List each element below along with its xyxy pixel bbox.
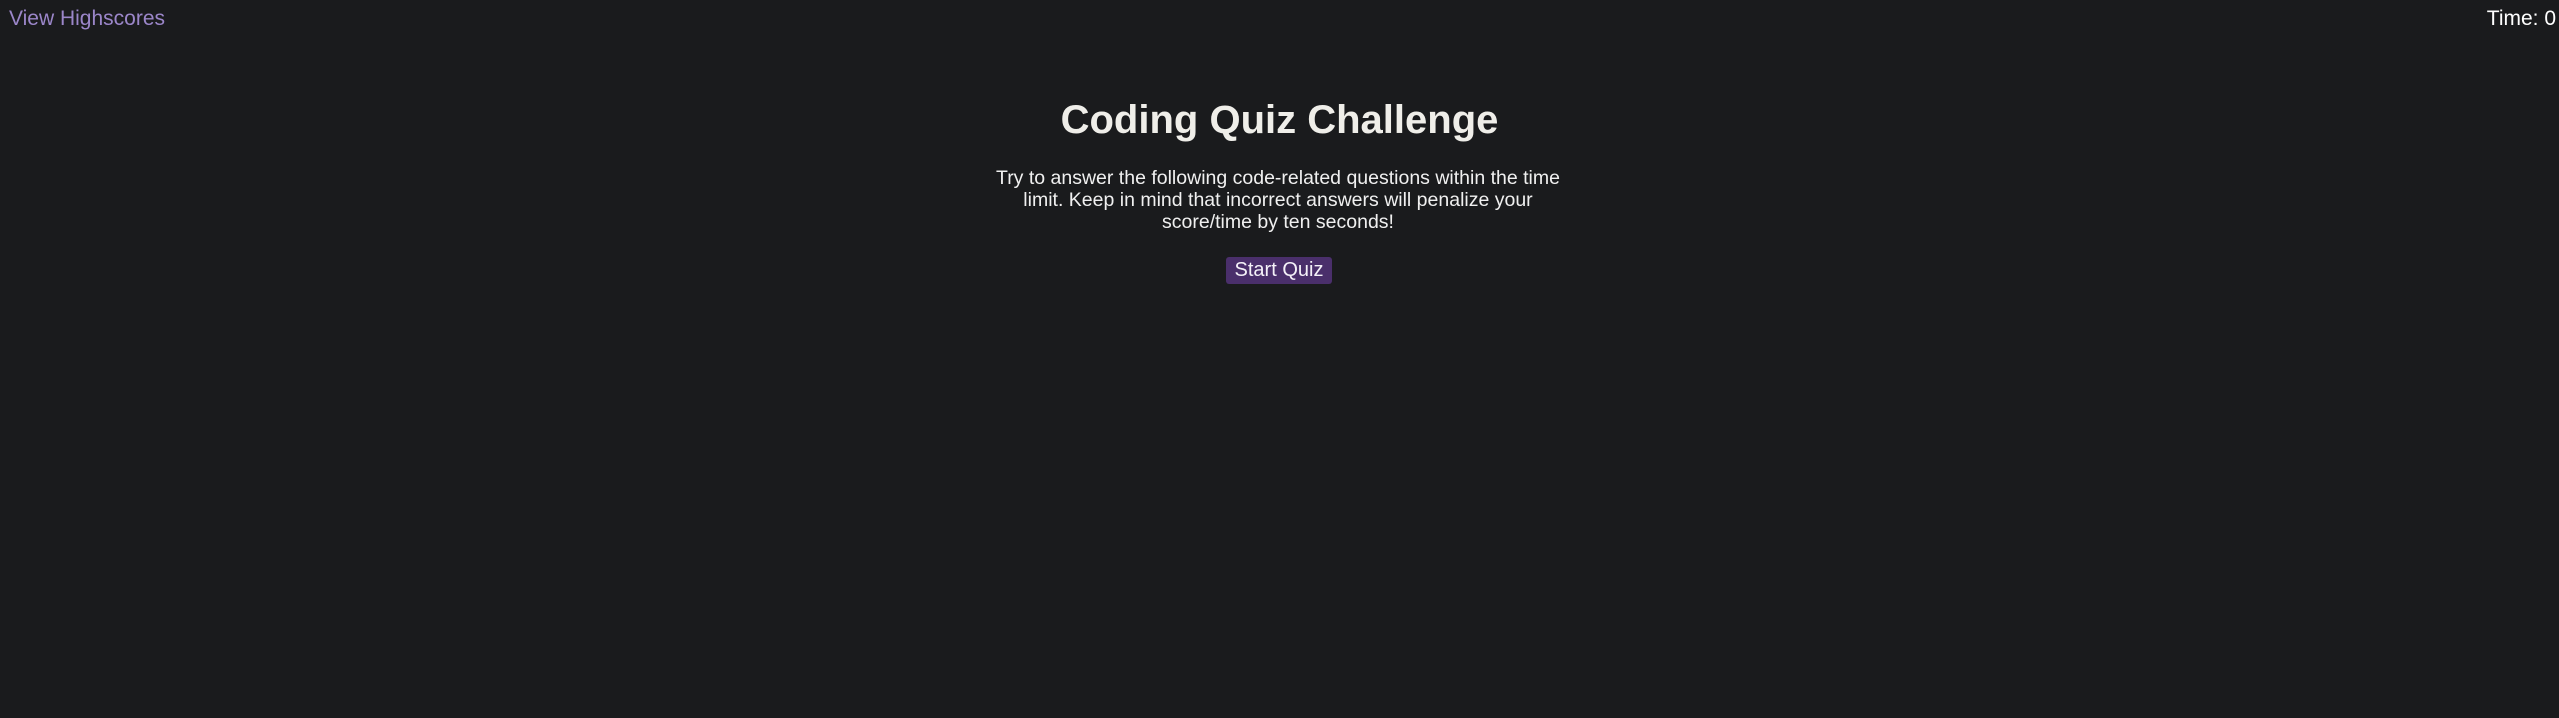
- timer-display: Time: 0: [2486, 7, 2556, 30]
- start-quiz-button[interactable]: Start Quiz: [1226, 257, 1332, 284]
- quiz-instructions: Try to answer the following code-related…: [996, 167, 1560, 233]
- top-bar: View Highscores Time: 0: [0, 0, 2559, 36]
- page-title: Coding Quiz Challenge: [1060, 98, 1499, 142]
- view-highscores-link[interactable]: View Highscores: [9, 7, 165, 31]
- page: View Highscores Time: 0 Coding Quiz Chal…: [0, 0, 2559, 718]
